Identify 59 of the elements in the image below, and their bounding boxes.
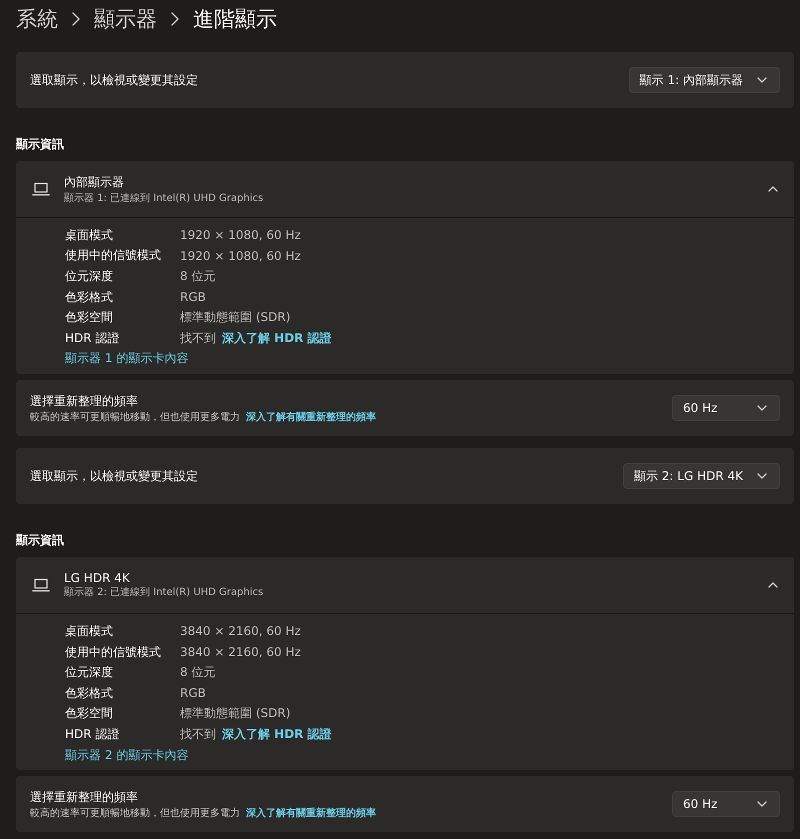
property-value: 1920 × 1080, 60 Hz	[180, 228, 301, 242]
setting-label: 選擇重新整理的頻率	[30, 392, 139, 410]
property-label: HDR 認證	[65, 330, 120, 347]
chevron-right-icon	[171, 12, 179, 26]
laptop-icon	[32, 182, 50, 196]
link[interactable]: 深入了解 HDR 認證	[222, 330, 332, 347]
chevron-down-icon	[757, 473, 767, 480]
property-label: 桌面模式	[65, 226, 114, 244]
property-label: 使用中的信號模式	[65, 644, 162, 661]
property-value: 標準動態範圍 (SDR)	[180, 705, 290, 722]
monitor-subtitle: 顯示器 2: 已連線到 Intel(R) UHD Graphics	[64, 586, 264, 600]
setting-description: 較高的速率可更順暢地移動，但也使用更多電力	[30, 410, 240, 424]
expander-header[interactable]: LG HDR 4K 顯示器 2: 已連線到 Intel(R) UHD Graphics	[16, 557, 794, 614]
property-label: 色彩空間	[65, 309, 114, 326]
dropdown[interactable]: 顯示 2: LG HDR 4K	[622, 463, 780, 490]
chevron-down-icon	[757, 405, 767, 412]
property-value: 3840 × 2160, 60 Hz	[180, 624, 301, 638]
property-value: RGB	[180, 686, 206, 700]
setting-description: 較高的速率可更順暢地移動，但也使用更多電力	[30, 806, 240, 820]
property-value: RGB	[180, 290, 206, 304]
section-heading: 顯示資訊	[16, 532, 65, 550]
dropdown[interactable]: 60 Hz	[672, 791, 780, 818]
section-heading: 顯示資訊	[16, 136, 65, 153]
laptop-icon	[32, 578, 50, 592]
link[interactable]: 深入了解有關重新整理的頻率	[246, 410, 376, 424]
monitor-name: LG HDR 4K	[64, 571, 131, 586]
property-label: 色彩格式	[65, 684, 114, 702]
dropdown[interactable]: 60 Hz	[672, 395, 780, 422]
setting-label: 選取顯示，以檢視或變更其設定	[30, 468, 198, 485]
property-value: 找不到	[180, 726, 216, 743]
property-value: 3840 × 2160, 60 Hz	[180, 645, 301, 660]
property-label: 使用中的信號模式	[65, 247, 162, 264]
expander-header[interactable]: 內部顯示器 顯示器 1: 已連線到 Intel(R) UHD Graphics	[16, 161, 794, 217]
chevron-down-icon	[757, 801, 767, 808]
property-label: 色彩格式	[65, 288, 114, 306]
link[interactable]: 深入了解 HDR 認證	[222, 726, 332, 743]
property-label: 位元深度	[65, 664, 114, 682]
monitor-subtitle: 顯示器 1: 已連線到 Intel(R) UHD Graphics	[64, 192, 264, 204]
dropdown[interactable]: 顯示 1: 內部顯示器	[628, 67, 780, 93]
chevron-down-icon	[757, 77, 767, 83]
property-value: 標準動態範圍 (SDR)	[180, 309, 290, 326]
property-value: 找不到	[180, 330, 216, 347]
breadcrumb-item: 進階顯示	[193, 6, 277, 33]
property-label: 位元深度	[65, 268, 114, 285]
chevron-right-icon	[72, 12, 80, 26]
link[interactable]: 顯示器 2 的顯示卡內容	[65, 746, 188, 764]
property-label: 桌面模式	[65, 622, 114, 640]
property-label: 色彩空間	[65, 705, 114, 722]
setting-label: 選擇重新整理的頻率	[30, 788, 139, 806]
property-value: 1920 × 1080, 60 Hz	[180, 248, 301, 263]
link[interactable]: 深入了解有關重新整理的頻率	[246, 806, 376, 820]
breadcrumb-item[interactable]: 系統	[16, 5, 58, 33]
monitor-name: 內部顯示器	[64, 174, 125, 190]
property-value: 8 位元	[180, 664, 216, 682]
breadcrumb-item[interactable]: 顯示器	[94, 5, 157, 33]
setting-label: 選取顯示，以檢視或變更其設定	[30, 72, 198, 88]
property-value: 8 位元	[180, 268, 216, 285]
link[interactable]: 顯示器 1 的顯示卡內容	[65, 350, 188, 368]
property-label: HDR 認證	[65, 726, 120, 743]
